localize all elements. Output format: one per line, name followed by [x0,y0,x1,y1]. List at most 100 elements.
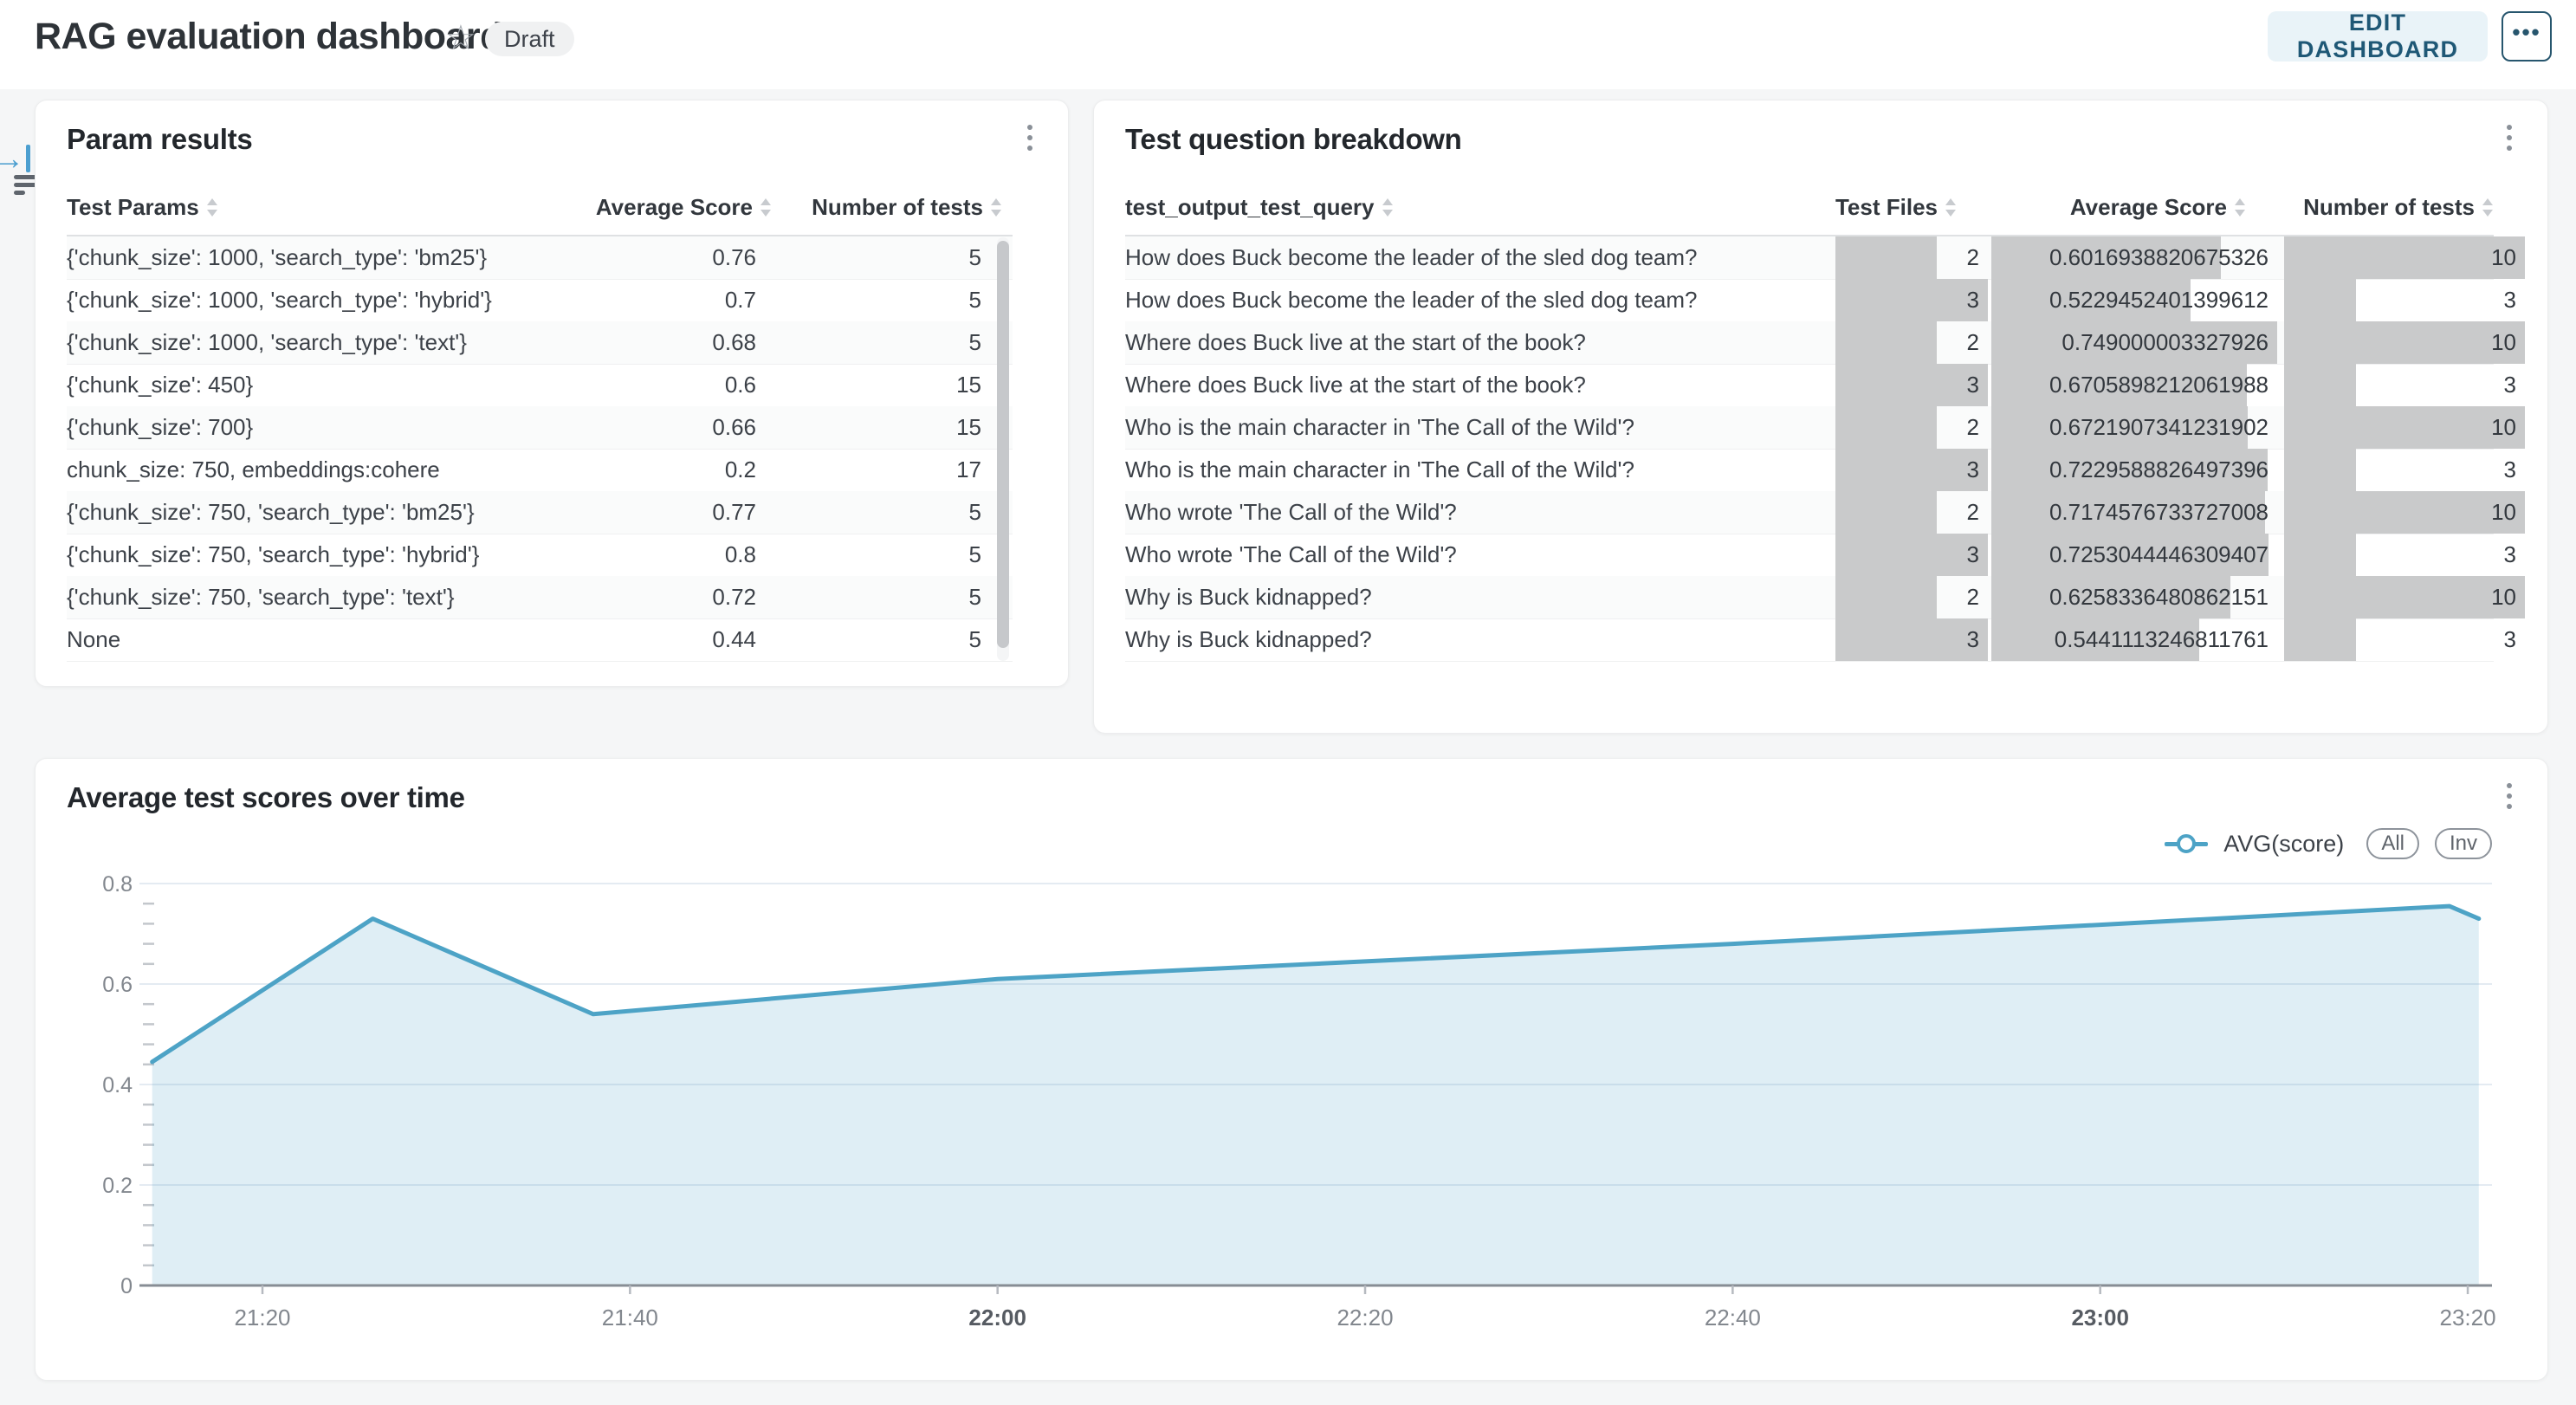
dashboard-page: { "header": { "title": "RAG evaluation d… [0,0,2576,1405]
column-header-query[interactable]: test_output_test_query [1125,194,1576,221]
cell-test-files: 3 [1835,364,1988,406]
table-row[interactable]: {'chunk_size': 1000, 'search_type': 'hyb… [67,279,1013,322]
value-bar [1835,576,1937,618]
table-row[interactable]: Why is Buck kidnapped? 2 0.625833648086215… [1125,576,2494,619]
x-axis-label: 23:20 [2440,1305,2496,1331]
cell-value: 3 [2504,534,2516,576]
scores-over-time-card: Average test scores over time AVG(score)… [35,758,2548,1381]
table-row[interactable]: {'chunk_size': 700}0.6615 [67,406,1013,450]
cell-number-of-tests: 3 [2284,618,2525,661]
column-header-number-of-tests[interactable]: Number of tests [2272,194,2494,221]
table-row[interactable]: How does Buck become the leader of the s… [1125,279,2494,322]
cell-number-of-tests: 3 [2284,534,2525,576]
table-row[interactable]: Who is the main character in 'The Call o… [1125,406,2494,450]
cell-value: 0.6258336480862151 [2049,576,2269,618]
cell-average-score: 0.68 [621,321,756,364]
cell-test-files: 3 [1835,618,1988,661]
cell-value: 0.7229588826497396 [2049,449,2269,491]
cell-number-of-tests: 5 [846,576,981,618]
page-title: RAG evaluation dashboard [35,16,502,58]
value-bar [1835,279,1988,321]
cell-average-score: 0.6705898212061988 [1991,364,2277,406]
cell-test-params: chunk_size: 750, embeddings:cohere [67,449,604,491]
x-axis-label: 21:40 [602,1305,658,1331]
cell-test-files: 2 [1835,321,1988,364]
column-header-average-score[interactable]: Average Score [521,194,772,221]
cell-value: 0.7174576733727008 [2049,491,2269,534]
cell-value: 10 [2491,491,2516,534]
cell-query: How does Buck become the leader of the s… [1125,236,1783,279]
cell-number-of-tests: 10 [2284,406,2525,449]
cell-average-score: 0.6258336480862151 [1991,576,2277,618]
table-row[interactable]: {'chunk_size': 1000, 'search_type': 'tex… [67,321,1013,365]
cell-average-score: 0.6016938820675326 [1991,236,2277,279]
card-title: Test question breakdown [1125,123,1462,156]
column-header-test-params[interactable]: Test Params [67,194,430,221]
cell-average-score: 0.77 [621,491,756,534]
kebab-menu-icon[interactable] [2501,125,2518,159]
cell-test-params: {'chunk_size': 750, 'search_type': 'hybr… [67,534,604,576]
table-row[interactable]: Who is the main character in 'The Call o… [1125,449,2494,492]
more-options-button[interactable]: ••• [2502,11,2552,62]
table-row[interactable]: Why is Buck kidnapped?30.544111324681176… [1125,618,2494,662]
cell-query: How does Buck become the leader of the s… [1125,279,1783,321]
value-bar [1835,449,1988,491]
table-row[interactable]: How does Buck become the leader of the s… [1125,236,2494,280]
cell-query: Why is Buck kidnapped? [1125,576,1783,618]
column-header-label: Average Score [2070,194,2227,221]
y-axis-label: 0.6 [102,973,133,997]
table-row[interactable]: Who wrote 'The Call of the Wild'?30.7253… [1125,534,2494,577]
kebab-menu-icon[interactable] [1021,125,1039,159]
table-row[interactable]: chunk_size: 750, embeddings:cohere0.217 [67,449,1013,492]
cell-value: 3 [2504,279,2516,321]
scores-line-chart[interactable]: 00.20.40.60.821:2021:4022:0022:2022:4023… [36,759,2547,1380]
cell-value: 10 [2491,406,2516,449]
table-row[interactable]: {'chunk_size': 1000, 'search_type': 'bm2… [67,236,1013,280]
table-row[interactable]: {'chunk_size': 750, 'search_type': 'text… [67,576,1013,619]
cell-value: 3 [2504,364,2516,406]
value-bar [2284,534,2356,576]
y-axis-label: 0.4 [102,1073,133,1097]
cell-number-of-tests: 10 [2284,236,2525,279]
top-header-bar: RAG evaluation dashboard ☆ Draft EDIT DA… [0,0,2576,89]
cell-value: 3 [1967,279,1979,321]
column-header-label: Number of tests [812,194,983,221]
table-row[interactable]: {'chunk_size': 450}0.615 [67,364,1013,407]
value-bar [2284,236,2525,279]
cell-number-of-tests: 15 [846,364,981,406]
value-bar [1835,491,1937,534]
cell-test-params: {'chunk_size': 750, 'search_type': 'bm25… [67,491,604,534]
cell-number-of-tests: 3 [2284,364,2525,406]
edit-dashboard-button[interactable]: EDIT DASHBOARD [2268,11,2488,62]
column-header-label: Average Score [596,194,753,221]
column-header-average-score[interactable]: Average Score [2021,194,2246,221]
value-bar [1835,364,1988,406]
table-row[interactable]: Where does Buck live at the start of the… [1125,364,2494,407]
cell-test-files: 2 [1835,491,1988,534]
column-header-number-of-tests[interactable]: Number of tests [780,194,1002,221]
table-row[interactable]: Who wrote 'The Call of the Wild'?20.7174… [1125,491,2494,534]
scrollbar-thumb[interactable] [997,241,1009,648]
table-row[interactable]: {'chunk_size': 750, 'search_type': 'bm25… [67,491,1013,534]
cell-value: 2 [1967,406,1979,449]
favorite-star-icon[interactable]: ☆ [445,21,476,55]
cell-value: 0.6705898212061988 [2049,364,2269,406]
param-results-card: Param results Test Params Average Score … [35,100,1069,687]
cell-value: 3 [1967,364,1979,406]
cell-value: 0.6016938820675326 [2049,236,2269,279]
cell-value: 3 [1967,534,1979,576]
y-axis-label: 0.8 [102,872,133,897]
x-axis-label: 22:20 [1337,1305,1393,1331]
cell-number-of-tests: 5 [846,279,981,321]
column-header-label: Test Files [1835,194,1938,221]
column-header-test-files[interactable]: Test Files [1761,194,1957,221]
cell-value: 0.5229452401399612 [2049,279,2269,321]
table-row[interactable]: {'chunk_size': 750, 'search_type': 'hybr… [67,534,1013,577]
table-row[interactable]: None0.445 [67,618,1013,662]
value-bar [2284,576,2525,618]
cell-value: 3 [2504,618,2516,661]
cell-test-files: 2 [1835,576,1988,618]
sort-icon [1945,198,1957,217]
column-header-label: test_output_test_query [1125,194,1375,221]
table-row[interactable]: Where does Buck live at the start of the… [1125,321,2494,365]
